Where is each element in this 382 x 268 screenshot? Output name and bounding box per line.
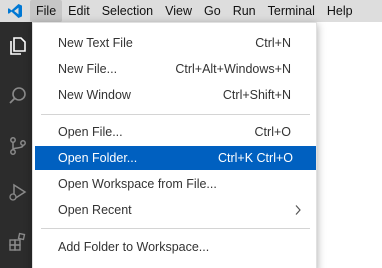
menu-item-label: Add Folder to Workspace... (58, 240, 210, 254)
title-bar: File Edit Selection View Go Run Terminal… (0, 0, 382, 22)
menu-item-open-file[interactable]: Open File... Ctrl+O (33, 120, 316, 144)
source-control-icon[interactable] (0, 126, 35, 166)
menu-item-open-folder[interactable]: Open Folder... Ctrl+K Ctrl+O (35, 146, 316, 170)
menu-item-shortcut: Ctrl+Alt+Windows+N (175, 62, 291, 76)
menu-item-open-recent[interactable]: Open Recent (33, 198, 316, 222)
menu-go[interactable]: Go (198, 0, 227, 22)
activity-bar (0, 22, 35, 268)
menu-run[interactable]: Run (227, 0, 262, 22)
menu-selection[interactable]: Selection (96, 0, 159, 22)
menu-item-add-folder-to-workspace[interactable]: Add Folder to Workspace... (33, 235, 316, 259)
menu-separator (41, 114, 310, 115)
menu-terminal[interactable]: Terminal (262, 0, 321, 22)
menu-item-new-window[interactable]: New Window Ctrl+Shift+N (33, 83, 316, 107)
search-icon[interactable] (0, 76, 35, 116)
menu-help[interactable]: Help (321, 0, 359, 22)
menu-view[interactable]: View (159, 0, 198, 22)
menu-item-label: New Window (58, 88, 131, 102)
file-menu-dropdown: New Text File Ctrl+N New File... Ctrl+Al… (32, 22, 317, 268)
menu-item-label: New Text File (58, 36, 133, 50)
menu-item-label: Open Recent (58, 203, 132, 217)
menu-edit[interactable]: Edit (62, 0, 96, 22)
menu-file[interactable]: File (30, 0, 63, 22)
menu-item-label: Open Workspace from File... (58, 177, 217, 191)
explorer-icon[interactable] (0, 26, 35, 66)
menu-item-new-file[interactable]: New File... Ctrl+Alt+Windows+N (33, 57, 316, 81)
menu-item-shortcut: Ctrl+Shift+N (222, 88, 291, 102)
menu-item-label: New File... (58, 62, 118, 76)
menu-item-shortcut: Ctrl+N (255, 36, 291, 50)
menu-item-new-text-file[interactable]: New Text File Ctrl+N (33, 31, 316, 55)
menu-item-open-workspace-from-file[interactable]: Open Workspace from File... (33, 172, 316, 196)
chevron-right-icon (294, 204, 302, 219)
menu-item-shortcut: Ctrl+K Ctrl+O (217, 151, 293, 165)
extensions-icon[interactable] (0, 222, 35, 262)
menu-item-shortcut: Ctrl+O (254, 125, 291, 139)
menu-item-label: Open Folder... (58, 151, 138, 165)
menu-separator (41, 228, 310, 229)
menu-item-label: Open File... (58, 125, 123, 139)
vscode-logo-icon (0, 0, 30, 22)
run-debug-icon[interactable] (0, 172, 35, 212)
